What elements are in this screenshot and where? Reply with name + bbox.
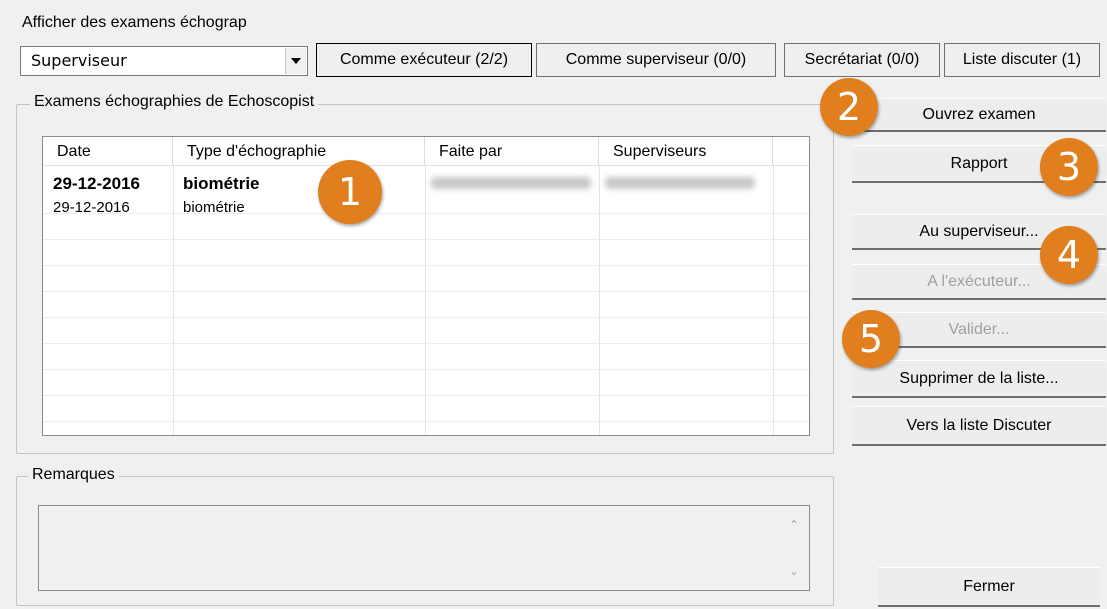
column-header-done-by[interactable]: Faite par [425, 137, 599, 165]
row-date: 29-12-2016 [53, 199, 130, 216]
remarks-textarea[interactable]: ⌃ ⌄ [38, 505, 810, 591]
role-select[interactable]: Superviseur [20, 46, 308, 76]
tab-as-executor[interactable]: Comme exécuteur (2/2) [316, 43, 532, 77]
row-supervisor-redacted [605, 177, 755, 189]
row-type: biométrie [183, 174, 260, 193]
column-header-supervisors[interactable]: Superviseurs [599, 137, 773, 165]
annotation-badge-1: 1 [318, 160, 382, 224]
tab-discuss-list[interactable]: Liste discuter (1) [944, 43, 1100, 77]
column-header-date[interactable]: Date [43, 137, 173, 165]
tab-as-supervisor[interactable]: Comme superviseur (0/0) [536, 43, 776, 77]
open-exam-button[interactable]: Ouvrez examen [852, 98, 1106, 132]
row-type: biométrie [183, 199, 245, 216]
annotation-badge-2: 2 [820, 78, 878, 136]
row-done-by-redacted [431, 177, 591, 189]
exams-group-title: Examens échographies de Echoscopist [30, 93, 319, 111]
list-header: Date Type d'échographie Faite par Superv… [43, 137, 809, 166]
annotation-badge-4: 4 [1040, 226, 1098, 284]
exams-list[interactable]: Date Type d'échographie Faite par Superv… [42, 136, 810, 436]
remove-from-list-button[interactable]: Supprimer de la liste... [852, 360, 1106, 398]
tab-secretariat[interactable]: Secrétariat (0/0) [784, 43, 940, 77]
remarks-title: Remarques [28, 466, 119, 484]
filter-label: Afficher des examens échograp [22, 14, 247, 31]
column-header-type[interactable]: Type d'échographie [173, 137, 425, 165]
annotation-badge-5: 5 [842, 310, 900, 368]
chevron-down-icon[interactable] [285, 48, 306, 74]
scroll-up-icon[interactable]: ⌃ [787, 518, 801, 532]
annotation-badge-3: 3 [1040, 138, 1098, 196]
close-button[interactable]: Fermer [878, 567, 1100, 607]
to-discuss-list-button[interactable]: Vers la liste Discuter [852, 406, 1106, 446]
scroll-down-icon[interactable]: ⌄ [787, 564, 801, 578]
role-select-value: Superviseur [31, 51, 127, 70]
row-date: 29-12-2016 [53, 174, 140, 193]
